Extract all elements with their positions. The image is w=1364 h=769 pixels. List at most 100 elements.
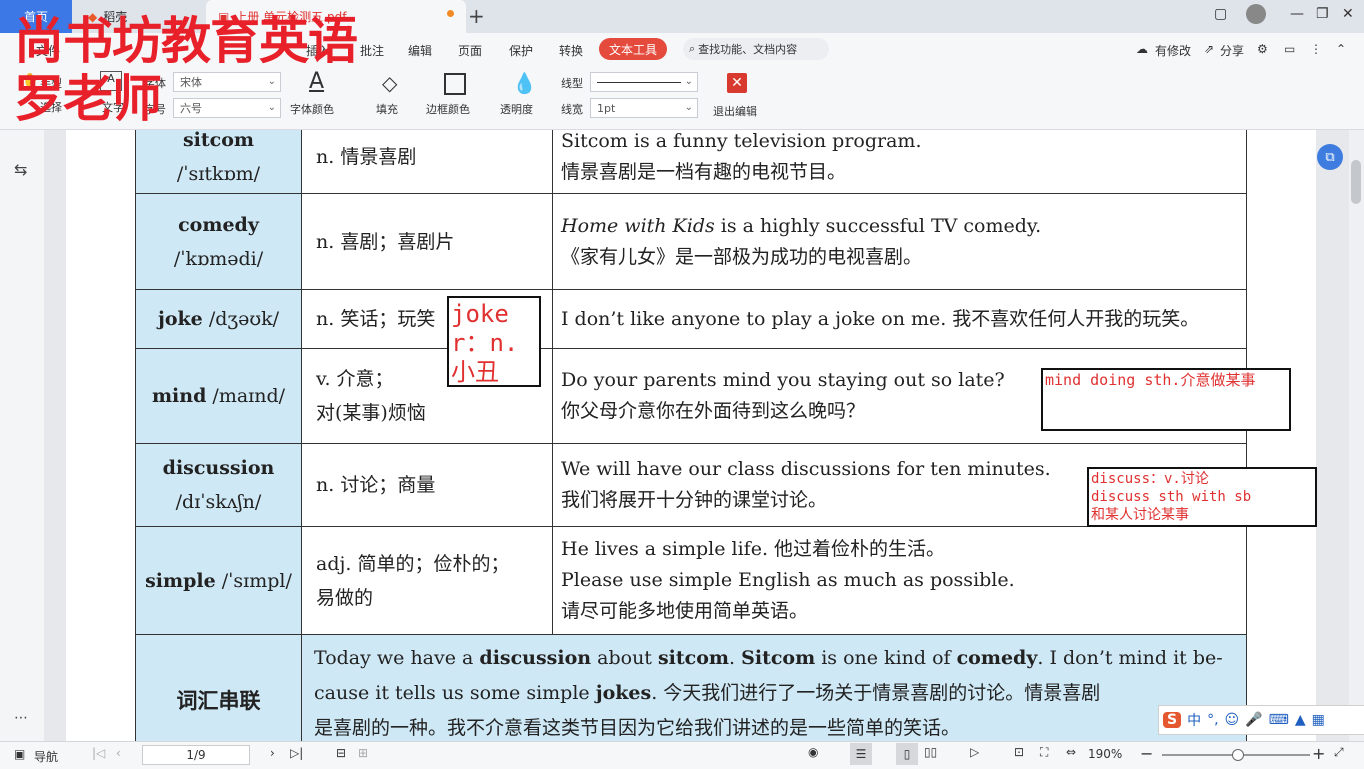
border-color-icon[interactable] bbox=[444, 73, 466, 95]
page-number-input[interactable]: 1/9 bbox=[142, 745, 250, 765]
next-page-icon[interactable]: › bbox=[270, 746, 275, 760]
scrollbar-thumb[interactable] bbox=[1351, 160, 1361, 204]
word: simple bbox=[145, 569, 216, 592]
emoji-icon[interactable]: ☺ bbox=[1225, 712, 1240, 728]
example-title: Home with Kids bbox=[561, 214, 715, 237]
watermark-line-2: 罗老师 bbox=[14, 70, 162, 128]
example-cell: Home with Kids is a highly successful TV… bbox=[552, 193, 1247, 290]
line-sample bbox=[597, 81, 681, 83]
mic-icon[interactable]: 🎤 bbox=[1245, 712, 1262, 728]
close-icon[interactable]: ✕ bbox=[1342, 6, 1354, 22]
exit-edit-icon[interactable]: ✕ bbox=[727, 73, 747, 93]
example-cell: I don’t like anyone to play a joke on me… bbox=[552, 289, 1247, 349]
word: discussion bbox=[162, 457, 275, 479]
fill-bucket-icon[interactable]: ◇ bbox=[382, 71, 397, 95]
line-type-select[interactable]: ⌄ bbox=[590, 72, 698, 92]
window-layout-icon[interactable]: ▢ bbox=[1214, 6, 1227, 22]
cloud-sync-icon[interactable]: ☁ bbox=[1136, 42, 1148, 56]
zoom-level[interactable]: 190% bbox=[1088, 747, 1122, 761]
ime-toolbar[interactable]: S 中 °, ☺ 🎤 ⌨ ▲ ▦ bbox=[1158, 705, 1364, 735]
phonetic: /ˈsɪtkɒm/ bbox=[176, 163, 261, 185]
example-cell: He lives a simple life. 他过着俭朴的生活。 Please … bbox=[552, 526, 1247, 635]
single-page-icon[interactable]: ▯ bbox=[896, 743, 918, 765]
sidebar-swap-icon[interactable]: ⇆ bbox=[14, 160, 27, 179]
menu-protect[interactable]: 保护 bbox=[509, 42, 533, 59]
zoom-slider-handle[interactable] bbox=[1232, 749, 1244, 761]
share-button[interactable]: 分享 bbox=[1220, 42, 1244, 59]
menu-comment[interactable]: 批注 bbox=[360, 42, 384, 59]
sidebar-more-icon[interactable]: ⋯ bbox=[14, 710, 28, 726]
table-row: comedy/ˈkɒmədi/ n. 喜剧；喜剧片 Home with Kids… bbox=[135, 193, 1247, 290]
restore-icon[interactable]: ❐ bbox=[1316, 6, 1329, 22]
more-icon[interactable]: ⋮ bbox=[1310, 42, 1322, 56]
vertical-scrollbar[interactable] bbox=[1349, 130, 1364, 741]
word: comedy bbox=[178, 213, 259, 236]
zoom-slider[interactable] bbox=[1162, 749, 1310, 761]
summary-heading: 词汇串联 bbox=[135, 634, 302, 741]
fill-button[interactable]: 填充 bbox=[376, 101, 398, 117]
menu-convert[interactable]: 转换 bbox=[559, 42, 583, 59]
share-icon[interactable]: ⇗ bbox=[1204, 42, 1214, 56]
word-cell: sitcom/ˈsɪtkɒm/ bbox=[135, 130, 302, 194]
modified-status[interactable]: 有修改 bbox=[1155, 42, 1191, 59]
opacity-button[interactable]: 透明度 bbox=[500, 101, 533, 117]
feedback-icon[interactable]: ▭ bbox=[1284, 42, 1295, 56]
annotation-mind-doing[interactable]: mind doing sth.介意做某事 bbox=[1041, 368, 1291, 431]
table-row: joke /dʒəʊk/ n. 笑话；玩笑 I don’t like anyon… bbox=[135, 289, 1247, 349]
example-en: Sitcom is a funny television program. bbox=[561, 130, 922, 152]
nav-panel-icon[interactable]: ▣ bbox=[14, 747, 25, 761]
keyboard-icon[interactable]: ⌨ bbox=[1269, 712, 1289, 728]
annotation-joker[interactable]: joker：n. 小丑 bbox=[447, 296, 541, 387]
exit-edit-button[interactable]: 退出编辑 bbox=[713, 103, 757, 119]
table-row: simple /ˈsɪmpl/ adj. 简单的；俭朴的； 易做的 He live… bbox=[135, 526, 1247, 635]
phonetic: /ˈkɒmədi/ bbox=[173, 247, 264, 270]
menu-edit[interactable]: 编辑 bbox=[408, 42, 432, 59]
vocabulary-table: sitcom/ˈsɪtkɒm/ n. 情景喜剧 Sitcom is a funn… bbox=[135, 130, 1247, 741]
ime-mode[interactable]: 中 bbox=[1187, 710, 1201, 730]
back-icon[interactable]: ⊟ bbox=[336, 746, 346, 760]
example-zh: 《家有儿女》是一部极为成功的电视喜剧。 bbox=[561, 245, 923, 268]
navigation-button[interactable]: 导航 bbox=[34, 748, 58, 765]
minimize-icon[interactable]: — bbox=[1290, 6, 1304, 22]
eye-mode-icon[interactable]: ◉ bbox=[808, 745, 818, 759]
example-cell: Sitcom is a funny television program. 情景喜… bbox=[552, 130, 1247, 194]
avatar[interactable] bbox=[1246, 4, 1266, 24]
line-width-select[interactable]: 1pt ⌄ bbox=[590, 98, 698, 118]
play-icon[interactable]: ▷ bbox=[970, 745, 979, 759]
search-input[interactable]: ⌕ 查找功能、文档内容 bbox=[683, 38, 829, 60]
fullscreen-icon[interactable]: ⤢ bbox=[1334, 745, 1344, 760]
double-page-icon[interactable]: ▯▯ bbox=[924, 745, 937, 759]
actual-size-icon[interactable]: ⊡ bbox=[1014, 745, 1024, 759]
zoom-in-icon[interactable]: + bbox=[1312, 744, 1325, 763]
collapse-ribbon-icon[interactable]: ⌃ bbox=[1336, 42, 1346, 56]
first-page-icon[interactable]: |◁ bbox=[92, 746, 105, 760]
status-bar: ▣ 导航 |◁ ‹ 1/9 › ▷| ⊟ ⊞ ◉ ☰ ▯ ▯▯ ▷ ⊡ ⛶ ⇔ … bbox=[0, 741, 1364, 769]
menu-text-tool[interactable]: 文本工具 bbox=[599, 38, 667, 60]
settings-icon[interactable]: ⚙ bbox=[1257, 42, 1268, 56]
document-viewport[interactable]: sitcom/ˈsɪtkɒm/ n. 情景喜剧 Sitcom is a funn… bbox=[44, 130, 1349, 741]
opacity-drop-icon[interactable]: 💧 bbox=[512, 71, 537, 95]
meaning-cell: n. 情景喜剧 bbox=[301, 130, 553, 194]
prev-page-icon[interactable]: ‹ bbox=[116, 746, 121, 760]
search-icon: ⌕ bbox=[689, 42, 696, 55]
border-color-button[interactable]: 边框颜色 bbox=[426, 101, 470, 117]
annotation-discuss[interactable]: discuss：v.讨论 discuss sth with sb 和某人讨论某事 bbox=[1087, 467, 1317, 527]
new-tab-button[interactable]: + bbox=[468, 4, 485, 28]
word: joke bbox=[157, 308, 203, 330]
watermark-line-1: 尚书坊教育英语 bbox=[14, 12, 358, 70]
fit-width-icon[interactable]: ⇔ bbox=[1066, 745, 1076, 759]
tools-icon[interactable]: ▦ bbox=[1312, 712, 1325, 728]
forward-icon[interactable]: ⊞ bbox=[358, 746, 368, 760]
skin-icon[interactable]: ▲ bbox=[1295, 712, 1306, 728]
menu-page[interactable]: 页面 bbox=[458, 42, 482, 59]
phonetic: /ˈsɪmpl/ bbox=[221, 569, 292, 592]
floating-translate-icon[interactable]: ⧉ bbox=[1317, 144, 1343, 170]
fit-page-icon[interactable]: ⛶ bbox=[1040, 745, 1048, 760]
punctuation-icon[interactable]: °, bbox=[1207, 712, 1218, 728]
last-page-icon[interactable]: ▷| bbox=[290, 746, 303, 760]
search-placeholder: 查找功能、文档内容 bbox=[698, 43, 798, 56]
phonetic: /dɪˈskʌʃn/ bbox=[175, 491, 262, 513]
zoom-out-icon[interactable]: − bbox=[1140, 744, 1153, 763]
word-cell: simple /ˈsɪmpl/ bbox=[135, 526, 302, 635]
continuous-scroll-icon[interactable]: ☰ bbox=[850, 743, 872, 765]
